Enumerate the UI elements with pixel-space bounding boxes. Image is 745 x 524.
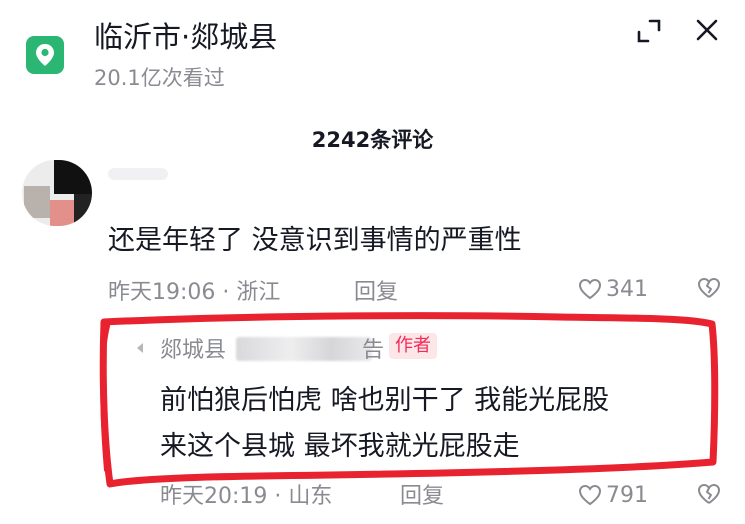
view-count: 20.1亿次看过 — [94, 66, 225, 90]
dislike-button[interactable] — [696, 276, 722, 302]
reply-text-line-2: 来这个县城 最坏我就光屁股走 — [160, 431, 520, 462]
location-title[interactable]: 临沂市·郯城县 — [94, 14, 277, 56]
avatar[interactable] — [22, 160, 92, 226]
like-count: 341 — [606, 276, 648, 302]
heart-icon — [578, 278, 602, 300]
username-redacted — [236, 337, 372, 361]
dislike-button[interactable] — [696, 482, 722, 508]
comment-text: 还是年轻了 没意识到事情的严重性 — [108, 225, 522, 256]
like-button[interactable]: 791 — [578, 482, 648, 508]
comments-count: 2242条评论 — [311, 128, 434, 152]
broken-heart-icon — [698, 278, 720, 298]
broken-heart-icon — [698, 484, 720, 504]
reply-username[interactable]: 郯城县 — [160, 332, 226, 364]
heart-icon — [578, 484, 602, 506]
author-badge: 作者 — [389, 333, 437, 359]
comment-meta: 昨天19:06 · 浙江 — [108, 280, 281, 305]
like-count: 791 — [606, 482, 648, 508]
reply-button[interactable]: 回复 — [354, 274, 398, 306]
collapse-icon[interactable] — [636, 18, 662, 44]
reply-text-line-1: 前怕狼后怕虎 啥也别干了 我能光屁股 — [160, 385, 610, 416]
close-icon[interactable] — [693, 16, 721, 44]
map-pin-icon[interactable] — [26, 36, 64, 74]
reply-username-suffix: 告 — [362, 338, 385, 363]
comments-header: 临沂市·郯城县 20.1亿次看过 — [0, 0, 745, 110]
reply-button[interactable]: 回复 — [400, 478, 444, 510]
reply-indicator-icon — [137, 343, 143, 353]
reply-meta: 昨天20:19 · 山东 — [160, 484, 333, 509]
like-button[interactable]: 341 — [578, 276, 648, 302]
username-redacted — [108, 168, 168, 180]
